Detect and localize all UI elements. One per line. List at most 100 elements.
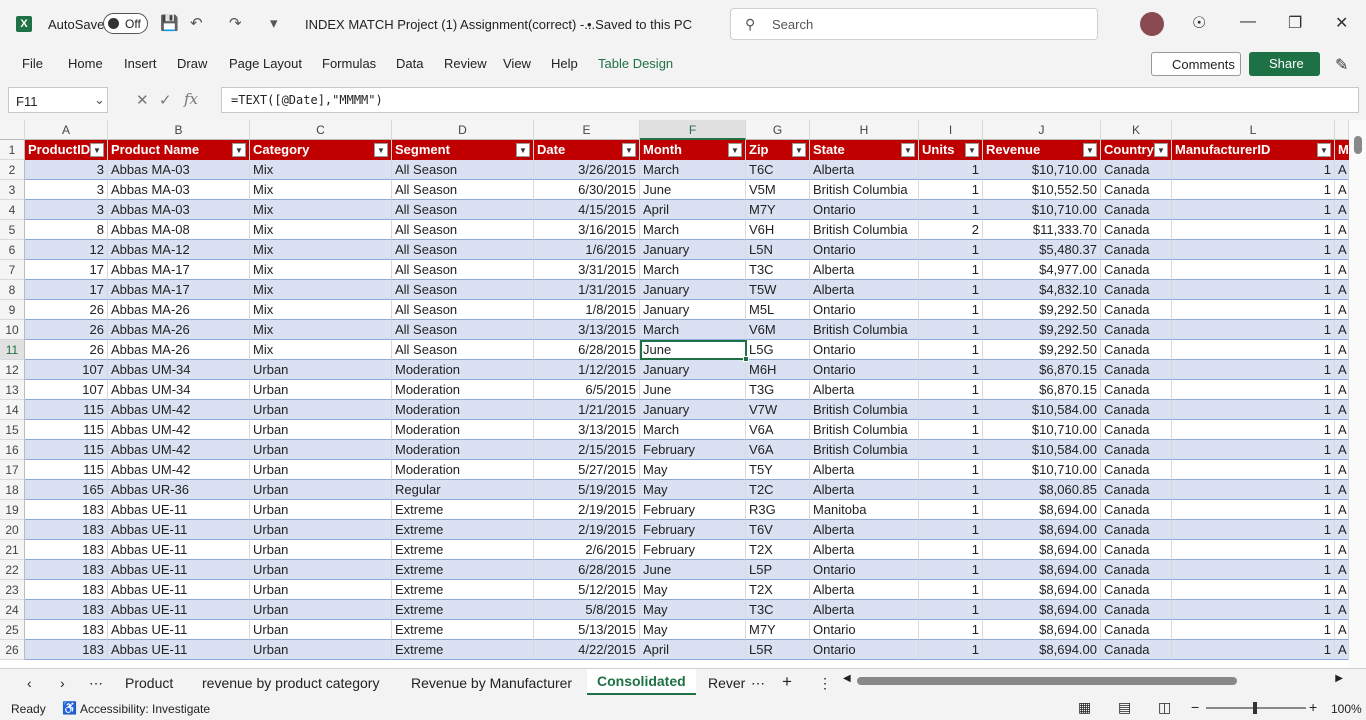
table-cell[interactable]: Urban xyxy=(250,540,392,560)
table-cell[interactable]: Abbas UM-42 xyxy=(108,420,250,440)
table-cell[interactable]: Moderation xyxy=(392,360,534,380)
table-cell[interactable]: A xyxy=(1335,460,1349,480)
table-cell[interactable]: Abbas UE-11 xyxy=(108,640,250,660)
table-cell[interactable]: All Season xyxy=(392,180,534,200)
table-cell[interactable]: T3C xyxy=(746,260,810,280)
table-cell[interactable]: $11,333.70 xyxy=(983,220,1101,240)
table-cell[interactable]: Ontario xyxy=(810,240,919,260)
table-cell[interactable]: Canada xyxy=(1101,460,1172,480)
table-cell[interactable]: T5W xyxy=(746,280,810,300)
table-cell[interactable]: Canada xyxy=(1101,300,1172,320)
options-icon[interactable]: ⋮ xyxy=(818,675,832,692)
row-header[interactable]: 13 xyxy=(0,380,25,400)
autosave-toggle[interactable]: Off xyxy=(103,13,148,34)
table-cell[interactable]: Urban xyxy=(250,520,392,540)
table-cell[interactable]: Alberta xyxy=(810,580,919,600)
table-cell[interactable]: 26 xyxy=(25,340,108,360)
table-cell[interactable]: 165 xyxy=(25,480,108,500)
table-cell[interactable]: A xyxy=(1335,300,1349,320)
table-cell[interactable]: Mix xyxy=(250,260,392,280)
table-cell[interactable]: 2/19/2015 xyxy=(534,500,640,520)
table-cell[interactable]: 1 xyxy=(919,580,983,600)
table-cell[interactable]: Canada xyxy=(1101,340,1172,360)
close-icon[interactable]: ✕ xyxy=(1335,13,1348,33)
table-cell[interactable]: 1 xyxy=(1172,320,1335,340)
table-cell[interactable]: Abbas UE-11 xyxy=(108,560,250,580)
table-cell[interactable]: A xyxy=(1335,580,1349,600)
table-cell[interactable]: $8,694.00 xyxy=(983,620,1101,640)
insert-function-icon[interactable]: fx xyxy=(184,90,198,108)
table-cell[interactable]: 1 xyxy=(1172,540,1335,560)
scroll-right-icon[interactable]: › xyxy=(60,675,65,691)
table-cell[interactable]: $9,292.50 xyxy=(983,340,1101,360)
table-cell[interactable]: British Columbia xyxy=(810,320,919,340)
vertical-scrollbar[interactable] xyxy=(1349,120,1366,668)
table-cell[interactable]: Alberta xyxy=(810,160,919,180)
table-cell[interactable]: 1 xyxy=(1172,460,1335,480)
column-header-b[interactable]: B xyxy=(108,120,250,140)
table-cell[interactable]: 1 xyxy=(919,600,983,620)
tab-insert[interactable]: Insert xyxy=(124,56,157,71)
table-cell[interactable]: Urban xyxy=(250,560,392,580)
table-cell[interactable]: L5N xyxy=(746,240,810,260)
comments-button[interactable]: Comments xyxy=(1151,52,1241,76)
table-cell[interactable]: Urban xyxy=(250,380,392,400)
table-cell[interactable]: Ontario xyxy=(810,620,919,640)
table-cell[interactable]: Canada xyxy=(1101,440,1172,460)
table-cell[interactable]: 3/13/2015 xyxy=(534,320,640,340)
scroll-right-arrow-icon[interactable]: ▶ xyxy=(1335,673,1343,684)
table-cell[interactable]: 1 xyxy=(919,300,983,320)
table-cell[interactable]: T3C xyxy=(746,600,810,620)
table-cell[interactable]: Mix xyxy=(250,340,392,360)
table-cell[interactable]: 1 xyxy=(1172,280,1335,300)
table-cell[interactable]: Urban xyxy=(250,400,392,420)
table-cell[interactable]: 6/30/2015 xyxy=(534,180,640,200)
table-cell[interactable]: British Columbia xyxy=(810,400,919,420)
table-cell[interactable]: Urban xyxy=(250,640,392,660)
table-cell[interactable]: Abbas UM-42 xyxy=(108,460,250,480)
minimize-icon[interactable]: — xyxy=(1240,13,1256,31)
table-cell[interactable]: A xyxy=(1335,600,1349,620)
table-cell[interactable]: 1 xyxy=(1172,260,1335,280)
row-header[interactable]: 19 xyxy=(0,500,25,520)
undo-icon[interactable]: ↶ xyxy=(190,14,203,32)
table-cell[interactable]: Abbas MA-03 xyxy=(108,180,250,200)
table-cell[interactable]: 1 xyxy=(919,540,983,560)
table-cell[interactable]: Alberta xyxy=(810,540,919,560)
sheet-tab-rever[interactable]: Rever xyxy=(708,675,745,691)
tab-table-design[interactable]: Table Design xyxy=(598,56,673,71)
table-cell[interactable]: $5,480.37 xyxy=(983,240,1101,260)
row-header[interactable]: 14 xyxy=(0,400,25,420)
table-cell[interactable]: Mix xyxy=(250,320,392,340)
table-cell[interactable]: Abbas UR-36 xyxy=(108,480,250,500)
table-cell[interactable]: L5P xyxy=(746,560,810,580)
table-cell[interactable]: March xyxy=(640,160,746,180)
table-cell[interactable]: $8,060.85 xyxy=(983,480,1101,500)
table-cell[interactable]: 183 xyxy=(25,580,108,600)
table-cell[interactable]: 183 xyxy=(25,640,108,660)
filter-dropdown-icon[interactable]: ▼ xyxy=(232,143,246,157)
table-cell[interactable]: $4,977.00 xyxy=(983,260,1101,280)
table-cell[interactable]: A xyxy=(1335,440,1349,460)
table-cell[interactable]: 3/31/2015 xyxy=(534,260,640,280)
table-cell[interactable]: 26 xyxy=(25,300,108,320)
table-cell[interactable]: M5L xyxy=(746,300,810,320)
table-cell[interactable]: Abbas UE-11 xyxy=(108,540,250,560)
table-cell[interactable]: A xyxy=(1335,420,1349,440)
table-cell[interactable]: 4/15/2015 xyxy=(534,200,640,220)
scroll-thumb[interactable] xyxy=(1354,136,1362,154)
table-cell[interactable]: 1 xyxy=(919,520,983,540)
sheet-tab-product[interactable]: Product xyxy=(125,675,173,691)
table-cell[interactable]: $10,710.00 xyxy=(983,200,1101,220)
table-cell[interactable]: Abbas UE-11 xyxy=(108,600,250,620)
search-box[interactable]: ⚲ Search xyxy=(730,8,1098,40)
table-cell[interactable]: June xyxy=(640,560,746,580)
table-header-cell[interactable]: Units ▼ xyxy=(919,140,983,160)
table-cell[interactable]: Extreme xyxy=(392,500,534,520)
table-cell[interactable]: Alberta xyxy=(810,260,919,280)
table-cell[interactable]: 1 xyxy=(1172,220,1335,240)
table-cell[interactable]: 1 xyxy=(919,320,983,340)
table-cell[interactable]: All Season xyxy=(392,160,534,180)
table-header-cell[interactable]: Segment ▼ xyxy=(392,140,534,160)
table-cell[interactable]: 1 xyxy=(919,440,983,460)
